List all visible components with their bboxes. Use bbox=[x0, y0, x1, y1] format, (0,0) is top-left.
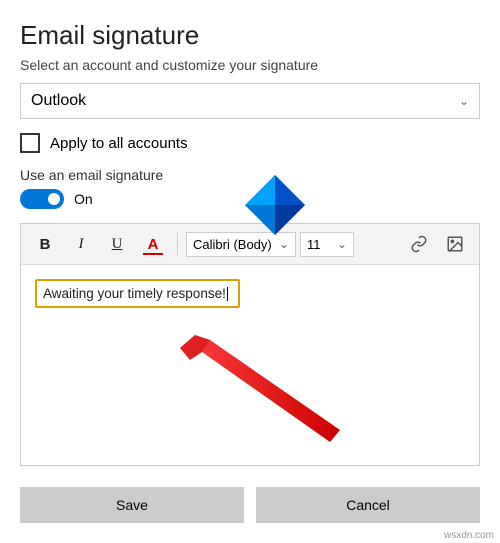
underline-button[interactable]: U bbox=[101, 230, 133, 258]
font-size-value: 11 bbox=[307, 237, 321, 252]
windows-logo-icon bbox=[245, 175, 305, 235]
subtitle-text: Select an account and customize your sig… bbox=[20, 57, 480, 73]
font-family-value: Calibri (Body) bbox=[193, 237, 272, 252]
cancel-button[interactable]: Cancel bbox=[256, 487, 480, 523]
bold-button[interactable]: B bbox=[29, 230, 61, 258]
watermark-text: wsxdn.com bbox=[444, 530, 494, 541]
toolbar-divider bbox=[177, 233, 178, 255]
text-cursor bbox=[227, 287, 228, 301]
font-size-select[interactable]: 11 ⌄ bbox=[300, 232, 354, 257]
editor-textarea[interactable]: Awaiting your timely response! bbox=[21, 265, 479, 465]
image-icon[interactable] bbox=[439, 230, 471, 258]
signature-text-highlight: Awaiting your timely response! bbox=[35, 279, 240, 308]
account-select-value: Outlook bbox=[31, 92, 86, 110]
link-icon[interactable] bbox=[403, 230, 435, 258]
chevron-down-icon: ⌄ bbox=[459, 94, 469, 108]
chevron-down-icon: ⌄ bbox=[279, 237, 289, 251]
font-family-select[interactable]: Calibri (Body) ⌄ bbox=[186, 232, 296, 257]
chevron-down-icon: ⌄ bbox=[337, 237, 347, 251]
account-select[interactable]: Outlook ⌄ bbox=[20, 83, 480, 119]
signature-toggle[interactable] bbox=[20, 189, 64, 209]
signature-editor: B I U A Calibri (Body) ⌄ 11 ⌄ Awaiting y… bbox=[20, 223, 480, 466]
apply-all-label: Apply to all accounts bbox=[50, 135, 188, 152]
signature-text: Awaiting your timely response! bbox=[43, 286, 226, 301]
italic-button[interactable]: I bbox=[65, 230, 97, 258]
font-color-button[interactable]: A bbox=[137, 230, 169, 258]
apply-all-checkbox[interactable] bbox=[20, 133, 40, 153]
toggle-state-label: On bbox=[74, 191, 93, 207]
page-title: Email signature bbox=[20, 20, 480, 51]
save-button[interactable]: Save bbox=[20, 487, 244, 523]
